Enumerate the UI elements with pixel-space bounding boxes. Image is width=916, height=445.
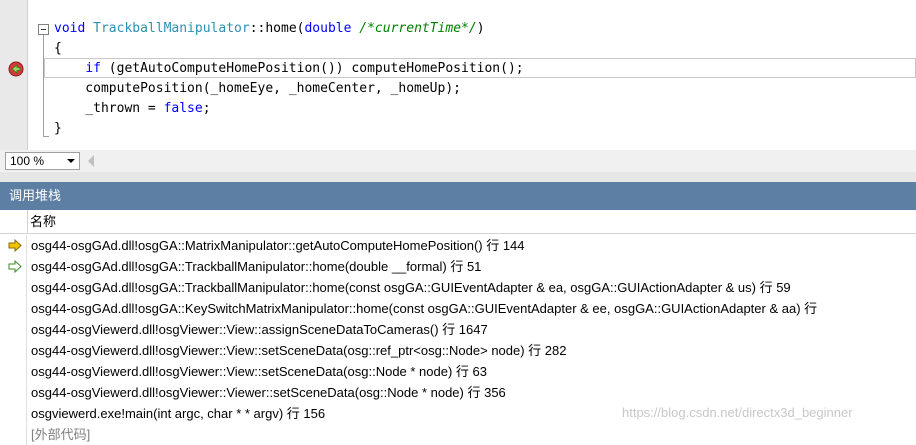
breakpoint-margin[interactable]: [0, 0, 28, 150]
fold-guide: [43, 35, 44, 137]
zoom-bar: 100 %: [0, 150, 916, 172]
callstack-frame-label: osg44-osgGAd.dll!osgGA::TrackballManipul…: [31, 259, 482, 274]
callstack-frame-label: osg44-osgViewerd.dll!osgViewer::View::as…: [31, 322, 488, 337]
scroll-left-icon[interactable]: [88, 155, 94, 167]
code-line: if (getAutoComputeHomePosition()) comput…: [54, 59, 524, 79]
code-token: {: [54, 41, 62, 56]
code-token: }: [54, 121, 62, 136]
row-gutter: [0, 424, 27, 445]
callstack-row[interactable]: osg44-osgViewerd.dll!osgViewer::View::se…: [0, 361, 916, 382]
row-gutter: [0, 361, 27, 382]
callstack-row[interactable]: osg44-osgViewerd.dll!osgViewer::View::se…: [0, 340, 916, 361]
code-token: ::home(: [249, 21, 305, 36]
callstack-row[interactable]: osg44-osgViewerd.dll!osgViewer::Viewer::…: [0, 382, 916, 403]
code-token: _thrown =: [54, 101, 164, 116]
zoom-value: 100 %: [10, 154, 45, 168]
row-gutter: [0, 277, 27, 298]
code-token: (getAutoComputeHomePosition()) computeHo…: [100, 61, 524, 76]
chevron-down-icon: [67, 159, 75, 163]
zoom-dropdown[interactable]: 100 %: [5, 152, 80, 170]
callstack-frame-label: osg44-osgViewerd.dll!osgViewer::View::se…: [31, 364, 487, 379]
row-gutter: [0, 382, 27, 403]
code-token: double: [304, 21, 352, 36]
row-gutter: [0, 340, 27, 361]
callstack-panel-title: 调用堆栈: [0, 182, 916, 210]
code-line: }: [54, 119, 62, 139]
code-line: void TrackballManipulator::home(double /…: [54, 19, 485, 39]
current-frame-arrow-icon: [8, 239, 22, 252]
row-gutter: [0, 298, 27, 319]
callstack-frame-label: osgviewerd.exe!main(int argc, char * * a…: [31, 406, 326, 421]
callstack-frame-label: osg44-osgGAd.dll!osgGA::MatrixManipulato…: [31, 238, 525, 253]
callstack-row[interactable]: osg44-osgViewerd.dll!osgViewer::View::as…: [0, 319, 916, 340]
callstack-frame-label: osg44-osgGAd.dll!osgGA::KeySwitchMatrixM…: [31, 301, 818, 316]
code-line: {: [54, 39, 62, 59]
callstack-row[interactable]: osg44-osgGAd.dll!osgGA::TrackballManipul…: [0, 277, 916, 298]
column-separator: [27, 210, 28, 234]
code-line: _thrown = false;: [54, 99, 211, 119]
code-token: false: [163, 101, 203, 116]
code-editor[interactable]: void TrackballManipulator::home(double /…: [0, 0, 916, 150]
callstack-list: osg44-osgGAd.dll!osgGA::MatrixManipulato…: [0, 235, 916, 445]
callstack-row[interactable]: osg44-osgGAd.dll!osgGA::TrackballManipul…: [0, 256, 916, 277]
callstack-column-header: 名称: [0, 210, 916, 234]
code-line: computePosition(_homeEye, _homeCenter, _…: [54, 79, 461, 99]
code-token: if: [85, 61, 101, 76]
panel-splitter[interactable]: [0, 172, 916, 182]
fold-guide-end: [43, 136, 49, 137]
code-token: /*currentTime*/: [359, 21, 477, 36]
collapse-toggle[interactable]: [38, 24, 49, 35]
code-token: ): [476, 21, 485, 36]
callstack-row[interactable]: osg44-osgGAd.dll!osgGA::KeySwitchMatrixM…: [0, 298, 916, 319]
row-gutter: [0, 319, 27, 340]
callstack-row[interactable]: osg44-osgGAd.dll!osgGA::MatrixManipulato…: [0, 235, 916, 256]
return-frame-arrow-icon: [8, 260, 22, 273]
breakpoint-return-icon: [8, 61, 24, 77]
callstack-frame-label: [外部代码]: [31, 427, 91, 442]
code-token: computePosition(_homeEye, _homeCenter, _…: [54, 81, 461, 96]
code-token: ;: [202, 101, 211, 116]
row-gutter: [0, 403, 27, 424]
callstack-frame-label: osg44-osgGAd.dll!osgGA::TrackballManipul…: [31, 280, 791, 295]
watermark-text: https://blog.csdn.net/directx3d_beginner: [622, 405, 853, 420]
code-token: void: [54, 21, 86, 36]
column-name-header[interactable]: 名称: [30, 210, 56, 234]
callstack-frame-label: osg44-osgViewerd.dll!osgViewer::Viewer::…: [31, 385, 506, 400]
code-token: TrackballManipulator: [93, 21, 250, 36]
callstack-row[interactable]: [外部代码]: [0, 424, 916, 445]
callstack-frame-label: osg44-osgViewerd.dll!osgViewer::View::se…: [31, 343, 567, 358]
